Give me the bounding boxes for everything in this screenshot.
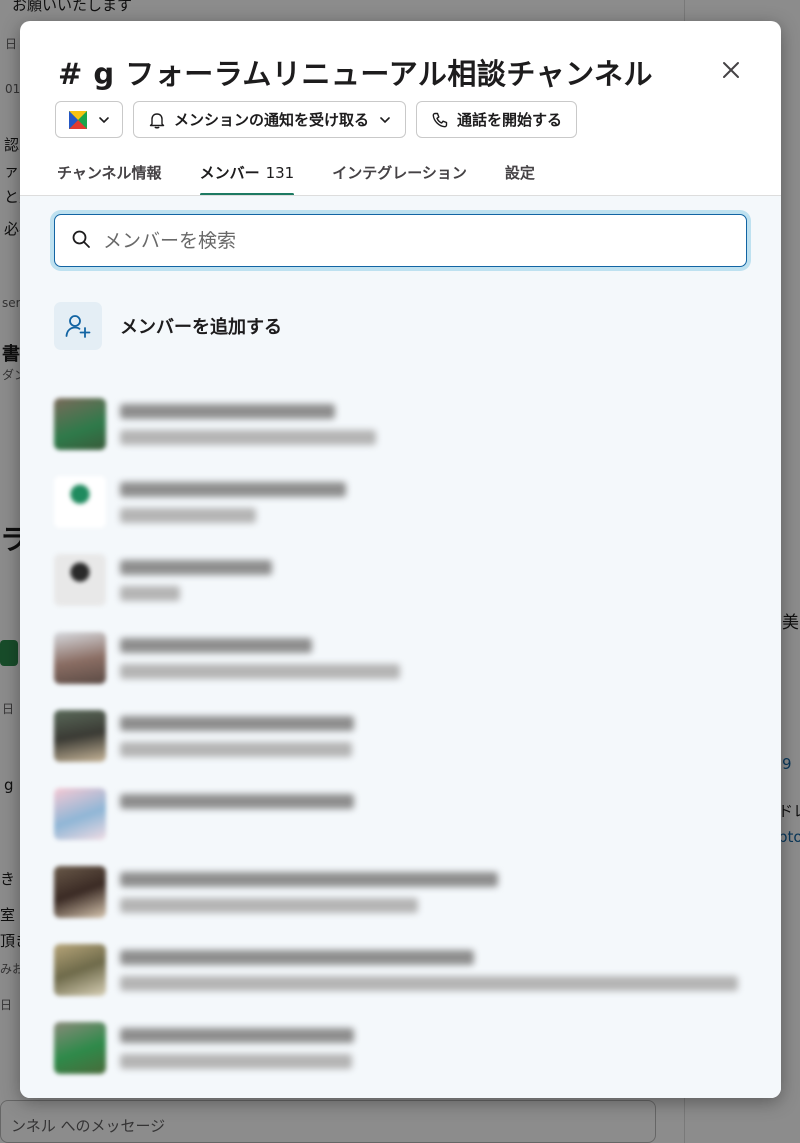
flag-emoji-icon [68,110,88,130]
member-name-redacted [120,872,498,887]
phone-icon [431,111,449,129]
chevron-down-icon [379,114,391,126]
member-search-input[interactable] [103,229,703,252]
modal-title: # g フォーラムリニューアル相談チャンネル [58,57,654,91]
notification-settings-button[interactable]: メンションの通知を受け取る [133,101,407,138]
member-name-redacted [120,482,346,497]
member-row[interactable] [54,944,754,1008]
member-title-redacted [120,976,738,991]
members-panel: メンバーを追加する [20,196,781,1098]
tab-members[interactable]: メンバー 131 [199,158,295,196]
tab-label: インテグレーション [332,164,467,182]
modal-toolbar: メンションの通知を受け取る 通話を開始する [55,101,578,138]
tab-integrations[interactable]: インテグレーション [332,158,467,196]
start-call-button[interactable]: 通話を開始する [416,101,578,138]
member-title-redacted [120,586,180,601]
member-name-redacted [120,716,354,731]
notification-settings-label: メンションの通知を受け取る [174,111,370,129]
member-avatar [54,632,106,684]
channel-details-modal: # g フォーラムリニューアル相談チャンネル メンションの通知を受け取る 通話を… [20,21,781,1098]
member-name-redacted [120,560,272,575]
member-avatar [54,476,106,528]
search-icon [71,229,91,253]
start-call-label: 通話を開始する [457,111,563,129]
member-name-redacted [120,1028,354,1043]
member-row[interactable] [54,788,754,852]
chevron-down-icon [98,114,110,126]
member-name-redacted [120,950,474,965]
member-row[interactable] [54,1022,754,1086]
member-avatar [54,788,106,840]
member-title-redacted [120,1054,352,1069]
add-user-icon [65,315,91,338]
close-button[interactable] [716,55,746,85]
member-avatar [54,944,106,996]
tab-label: メンバー [199,164,260,182]
member-avatar [54,398,106,450]
member-row[interactable] [54,476,754,540]
member-title-redacted [120,898,418,913]
bell-icon [148,111,166,129]
close-icon [723,62,739,78]
member-title-redacted [120,742,352,757]
member-avatar [54,1022,106,1074]
tab-channel-info[interactable]: チャンネル情報 [57,158,162,196]
modal-tabs: チャンネル情報 メンバー 131 インテグレーション 設定 [57,158,573,196]
add-member-label: メンバーを追加する [120,317,282,338]
tab-label: チャンネル情報 [57,164,162,182]
add-member-button[interactable]: メンバーを追加する [54,302,282,350]
member-search-box[interactable] [54,214,747,267]
member-title-redacted [120,508,256,523]
member-avatar [54,554,106,606]
tab-settings[interactable]: 設定 [505,158,535,196]
member-count: 131 [265,164,295,182]
member-name-redacted [120,794,354,809]
member-avatar [54,710,106,762]
tab-label: 設定 [504,164,535,182]
member-title-redacted [120,664,400,679]
member-name-redacted [120,404,335,419]
member-row[interactable] [54,398,754,462]
add-user-icon-wrap [54,302,102,350]
member-row[interactable] [54,632,754,696]
member-row[interactable] [54,710,754,774]
member-row[interactable] [54,866,754,930]
member-avatar [54,866,106,918]
member-title-redacted [120,430,376,445]
member-row[interactable] [54,554,754,618]
member-name-redacted [120,638,312,653]
channel-icon-button[interactable] [55,101,123,138]
